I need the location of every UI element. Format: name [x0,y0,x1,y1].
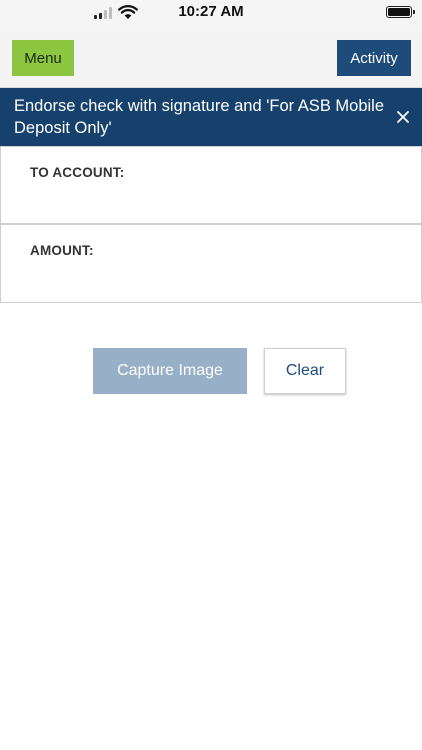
activity-button[interactable]: Activity [337,40,411,76]
menu-button[interactable]: Menu [12,40,74,76]
to-account-field[interactable]: TO ACCOUNT: [0,146,422,224]
amount-field[interactable]: AMOUNT: [0,224,422,303]
battery-icon [386,6,415,18]
close-icon[interactable] [392,106,414,128]
to-account-label: TO ACCOUNT: [30,165,125,180]
clear-button[interactable]: Clear [264,348,346,394]
status-time: 10:27 AM [178,3,244,20]
banner-message: Endorse check with signature and 'For AS… [14,97,385,137]
amount-label: AMOUNT: [30,243,94,258]
endorse-banner: Endorse check with signature and 'For AS… [0,88,422,146]
top-bar: Menu Activity [0,26,422,88]
status-bar: 10:27 AM [0,0,422,26]
capture-image-button[interactable]: Capture Image [93,348,247,394]
